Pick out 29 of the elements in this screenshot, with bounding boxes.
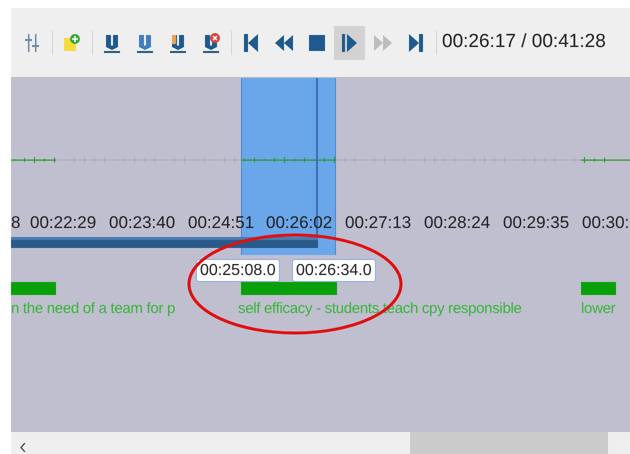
skip-start-icon — [244, 34, 258, 52]
play-icon — [342, 34, 357, 52]
marker-icon — [168, 32, 186, 52]
annotation-label: n the need of a team for p — [11, 299, 175, 319]
stop-icon — [308, 34, 324, 50]
annotation-label: lower — [581, 299, 616, 319]
marker-icon — [102, 32, 120, 52]
time-tick-label: 00:30: — [582, 212, 630, 234]
time-tick-label: 00:22:29 — [30, 212, 96, 234]
rewind-icon — [274, 34, 292, 50]
play-button[interactable] — [334, 26, 365, 60]
scrollbar-thumb[interactable] — [410, 432, 608, 454]
sliders-icon — [24, 34, 38, 52]
time-tick-label: 00:26:02 — [266, 212, 332, 234]
marker-delete-icon — [202, 32, 220, 52]
time-tick-label: 00:23:40 — [109, 212, 176, 234]
add-note-icon — [62, 34, 80, 52]
horizontal-scrollbar[interactable] — [11, 432, 630, 454]
time-tick-label: 00:29:35 — [503, 212, 570, 234]
selection-end-time[interactable]: 00:26:34.0 — [292, 259, 376, 282]
time-tick-label: 00:28:24 — [424, 212, 490, 234]
skip-end-icon — [408, 34, 422, 52]
marker-icon — [136, 32, 154, 52]
time-tick-label: 8 — [11, 212, 20, 234]
selection-start-time[interactable]: 00:25:08.0 — [196, 259, 280, 282]
time-tick-label: 00:27:13 — [345, 212, 412, 234]
time-display: 00:26:17 / 00:41:28 — [442, 30, 606, 54]
scroll-left-icon[interactable] — [20, 443, 26, 452]
fast-forward-icon — [374, 34, 392, 50]
